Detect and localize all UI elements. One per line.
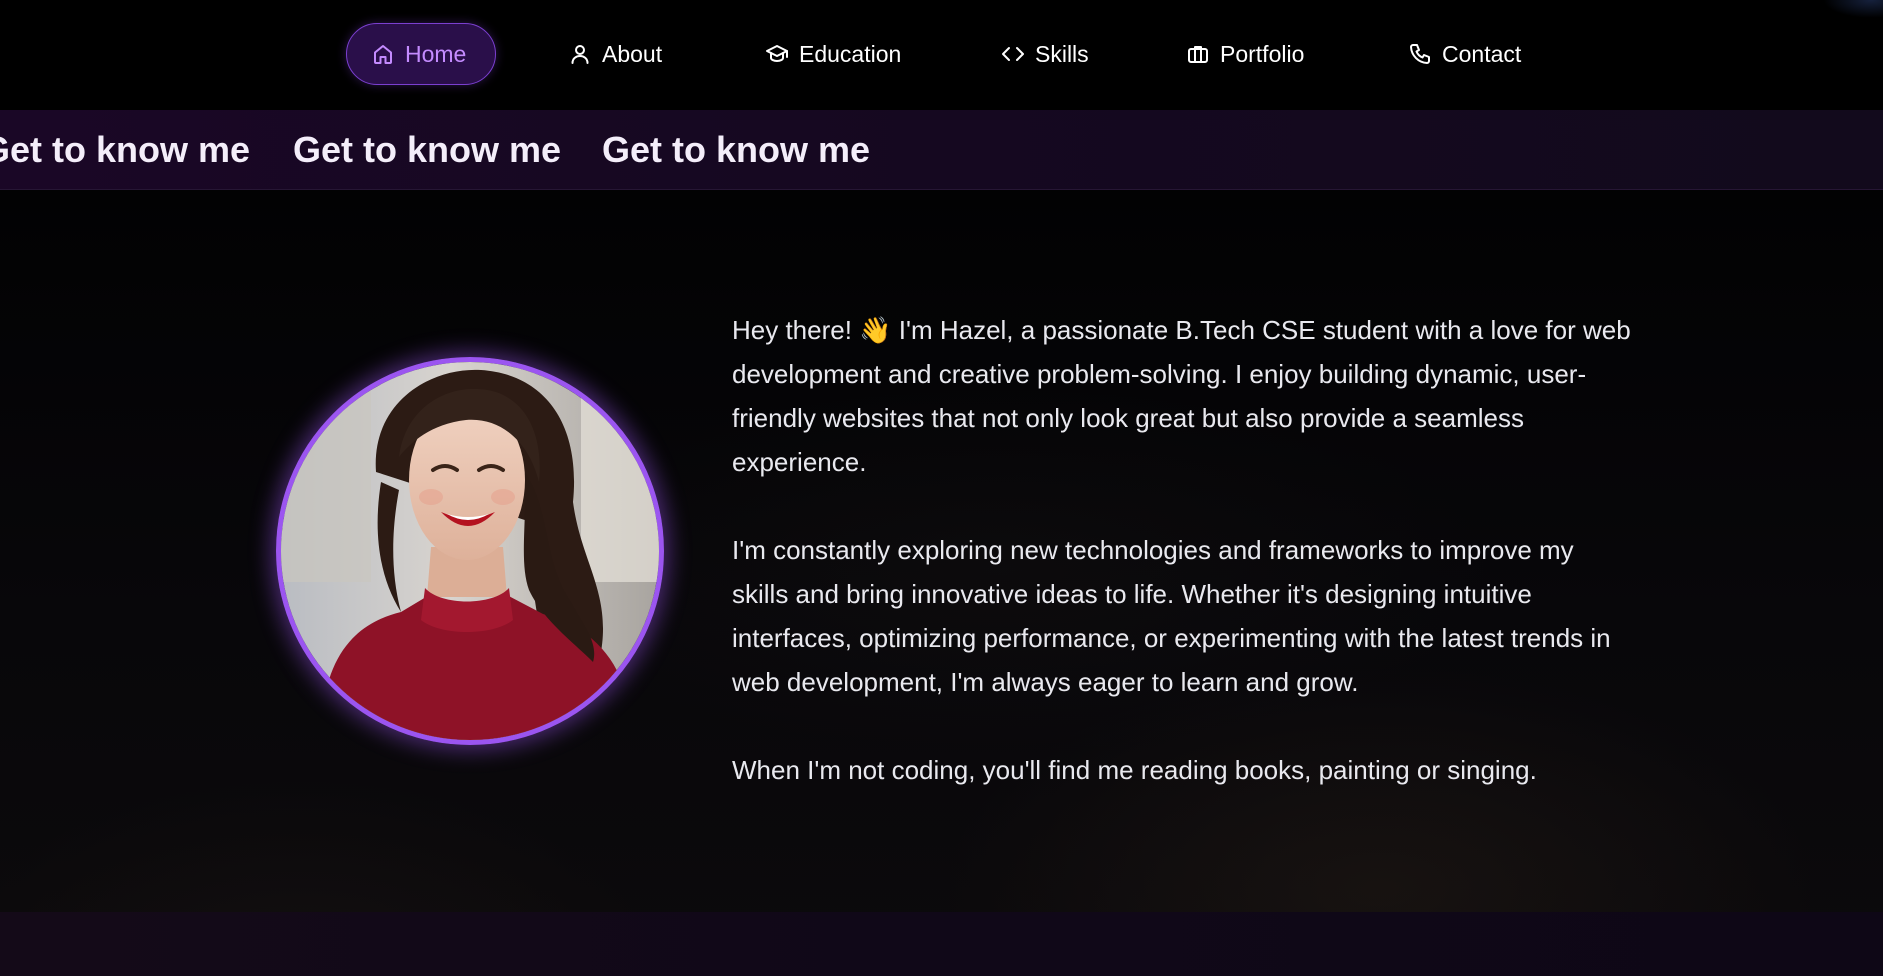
corner-glow: [1823, 0, 1883, 18]
about-text: Hey there! 👋 I'm Hazel, a passionate B.T…: [732, 308, 1632, 836]
about-paragraph-hobbies: When I'm not coding, you'll find me read…: [732, 755, 1537, 785]
nav-label: Skills: [1035, 40, 1089, 67]
nav-item-contact[interactable]: Contact: [1408, 23, 1521, 85]
nav-item-skills[interactable]: Skills: [1001, 23, 1089, 85]
marquee-text: Get to know me: [602, 129, 871, 170]
marquee-text: Get to know me: [0, 129, 251, 170]
phone-icon: [1410, 44, 1430, 64]
nav-label: Education: [799, 40, 902, 67]
profile-photo-illustration: [281, 362, 659, 740]
nav-label: About: [602, 40, 663, 67]
about-paragraph-intro: Hey there! 👋 I'm Hazel, a passionate B.T…: [732, 315, 1631, 477]
user-icon: [571, 45, 589, 64]
nav-item-home[interactable]: Home: [346, 23, 496, 85]
marquee-banner: Get to know me Get to know me Get to kno…: [0, 110, 1883, 190]
nav-item-education[interactable]: Education: [765, 23, 901, 85]
code-icon: [1002, 47, 1024, 61]
nav-item-about[interactable]: About: [568, 23, 662, 85]
home-icon: [374, 45, 392, 64]
nav-label: Contact: [1442, 40, 1522, 67]
briefcase-icon: [1188, 46, 1208, 63]
next-section-band: [0, 912, 1883, 976]
about-paragraph-exploring: I'm constantly exploring new technologie…: [732, 535, 1611, 697]
nav-item-portfolio[interactable]: Portfolio: [1186, 23, 1304, 85]
top-navigation: Home About Education Skills Portfolio Co…: [0, 0, 1883, 110]
profile-photo: [276, 357, 664, 745]
nav-label: Home: [405, 40, 467, 67]
marquee-text: Get to know me: [293, 129, 562, 170]
graduation-cap-icon: [766, 45, 788, 62]
nav-label: Portfolio: [1220, 40, 1305, 67]
